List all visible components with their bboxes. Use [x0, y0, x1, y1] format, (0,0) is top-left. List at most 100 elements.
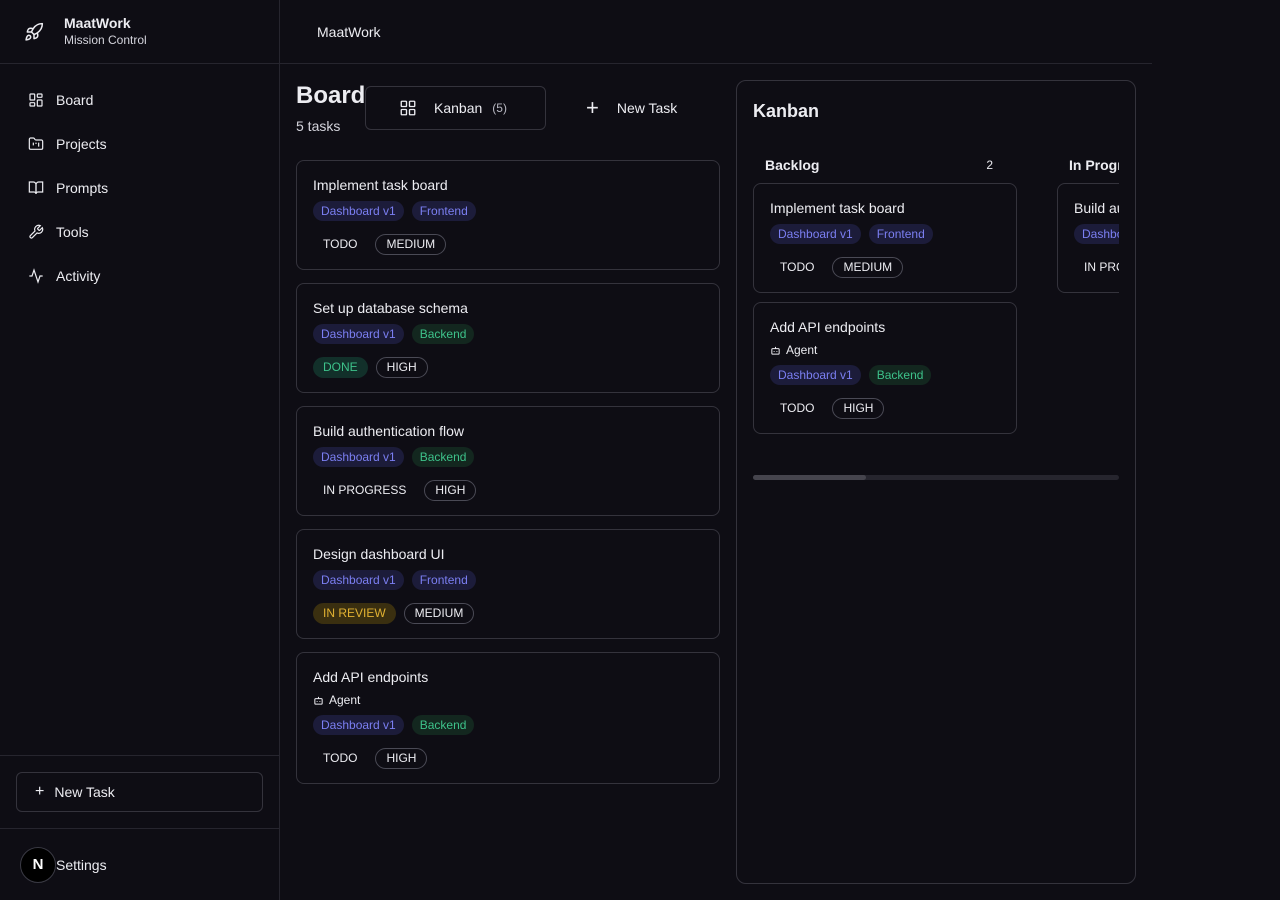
kanban-view-button[interactable]: Kanban (5)	[365, 86, 546, 130]
book-open-icon	[28, 181, 44, 195]
brand-text: MaatWork Mission Control	[64, 15, 147, 48]
task-card[interactable]: Build authentication flow Dashboard v1Bac…	[296, 406, 720, 516]
sidebar-item-board[interactable]: Board	[0, 78, 279, 122]
status-badge: TODO	[323, 237, 358, 251]
status-badge: IN PROGRESS	[323, 483, 407, 497]
sidebar-item-label: Tools	[56, 224, 89, 240]
folder-kanban-icon	[28, 137, 44, 150]
view-label: Kanban	[434, 100, 483, 116]
kanban-column-backlog: Backlog 2 Implement task board Dashboard v1…	[753, 147, 1017, 443]
priority-badge: HIGH	[832, 398, 885, 419]
tag-backend: Backend	[868, 365, 932, 385]
rocket-icon	[24, 22, 44, 42]
tag-project: Dashboard v1	[770, 365, 861, 385]
settings-link[interactable]: Settings	[56, 857, 107, 873]
bot-icon	[770, 345, 786, 356]
badge-row: IN REVIEW MEDIUM	[313, 603, 703, 624]
kanban-column-header: Backlog 2	[753, 147, 1005, 183]
sidebar-item-activity[interactable]: Activity	[0, 254, 279, 298]
tag-project: Dashboard v1	[313, 570, 404, 590]
badge-row: TODO MEDIUM	[313, 234, 703, 255]
task-card[interactable]: Build authentication flow Dashboard v1Bac…	[1057, 183, 1119, 293]
badge-row: TODO HIGH	[313, 748, 703, 769]
task-title: Build authentication flow	[313, 423, 464, 439]
agent-text: Agent	[786, 343, 818, 357]
tag-project: Dashboard v1	[313, 324, 404, 344]
task-card[interactable]: Design dashboard UI Dashboard v1 Frontend I…	[296, 529, 720, 639]
sidebar-new-task-button[interactable]: + New Task	[16, 772, 263, 812]
wrench-icon	[29, 224, 44, 239]
status-badge: TODO	[780, 260, 815, 274]
tag-project: Dashboard v1	[770, 224, 861, 244]
view-count: (5)	[492, 101, 507, 115]
task-list: Implement task board Dashboard v1 Frontend…	[296, 160, 720, 797]
badge-row: DONE HIGH	[313, 357, 703, 378]
tag-list: Dashboard v1 Frontend	[313, 201, 703, 221]
badge-row: IN PROGRESS HIGH	[313, 480, 703, 501]
tag-list: Dashboard v1Backend	[1074, 224, 1119, 244]
column-name: Backlog	[765, 157, 820, 173]
task-title: Add API endpoints	[313, 669, 429, 685]
new-task-label: New Task	[616, 100, 678, 116]
kanban-scrollbar[interactable]	[753, 475, 1119, 480]
task-card[interactable]: Implement task board Dashboard v1 Frontend…	[753, 183, 1017, 293]
agent-text: Agent	[329, 693, 361, 707]
column-count: 2	[986, 158, 993, 172]
sidebar-item-tools[interactable]: Tools	[0, 210, 279, 254]
tag-backend: Backend	[411, 715, 475, 735]
sidebar-item-prompts[interactable]: Prompts	[0, 166, 279, 210]
status-badge: TODO	[780, 401, 815, 415]
badge-row: TODO HIGH	[770, 398, 1000, 419]
nextjs-logo-icon[interactable]: N	[20, 846, 56, 883]
status-badge: IN REVIEW	[313, 603, 396, 624]
sidebar-footer: + New Task N Settings	[0, 755, 279, 900]
kanban-column-in-progress: In Progress1 Build authentication flow Das…	[1045, 147, 1119, 302]
plus-icon: +	[586, 95, 599, 120]
brand-subtitle: Mission Control	[64, 33, 147, 47]
kanban-panel: Kanban Backlog 2 Implement task board Dashb…	[736, 80, 1136, 884]
priority-badge: MEDIUM	[403, 603, 475, 624]
sidebar-item-projects[interactable]: Projects	[0, 122, 279, 166]
sidebar-new-task-section: + New Task	[0, 755, 279, 828]
tag-list: Dashboard v1 Backend	[770, 365, 1000, 385]
brand-title: MaatWork	[64, 15, 131, 31]
priority-badge: MEDIUM	[375, 234, 447, 255]
sidebar: MaatWork Mission Control Board Projects …	[0, 0, 280, 900]
priority-badge: HIGH	[424, 480, 477, 501]
task-card[interactable]: Set up database schema Dashboard v1 Backen…	[296, 283, 720, 393]
sidebar-item-label: Board	[56, 92, 94, 108]
priority-badge: MEDIUM	[832, 257, 904, 278]
column-name: In Progress	[1069, 157, 1119, 173]
tag-frontend: Frontend	[411, 570, 476, 590]
sidebar-item-label: Activity	[56, 268, 101, 284]
header-title: MaatWork	[317, 23, 381, 40]
scrollbar-thumb[interactable]	[753, 475, 867, 480]
sidebar-nav: Board Projects Prompts Tools Activity	[0, 64, 279, 298]
tag-project: Dashboard v1	[313, 447, 404, 467]
task-card[interactable]: Add API endpoints Agent Dashboard v1 Backen…	[296, 652, 720, 784]
tag-backend: Backend	[411, 324, 475, 344]
sidebar-item-label: Prompts	[56, 180, 109, 196]
task-title: Design dashboard UI	[313, 546, 445, 562]
task-card[interactable]: Implement task board Dashboard v1 Frontend…	[296, 160, 720, 270]
tag-list: Dashboard v1Backend	[313, 447, 703, 467]
kanban-title: Kanban	[753, 101, 820, 121]
kanban-columns[interactable]: Backlog 2 Implement task board Dashboard v1…	[753, 147, 1119, 487]
tag-project: Dashboard v1	[1074, 224, 1119, 244]
brand[interactable]: MaatWork Mission Control	[0, 0, 279, 64]
plus-icon: +	[35, 783, 45, 800]
task-card[interactable]: Add API endpoints Agent Dashboard v1 Backen…	[753, 302, 1017, 434]
agent-label: Agent	[770, 343, 1000, 357]
new-task-button[interactable]: + New Task	[586, 86, 677, 130]
settings-row[interactable]: N Settings	[0, 828, 279, 900]
status-badge: DONE	[313, 357, 368, 378]
status-badge: TODO	[323, 751, 358, 765]
layout-grid-icon	[29, 93, 43, 107]
activity-icon	[29, 268, 43, 284]
tag-frontend: Frontend	[868, 224, 933, 244]
task-title: Build authentication flow	[1074, 200, 1119, 216]
tag-list: Dashboard v1 Frontend	[313, 570, 703, 590]
sidebar-item-label: Projects	[56, 136, 107, 152]
new-task-label: New Task	[54, 784, 115, 800]
tag-list: Dashboard v1Backend	[313, 715, 703, 735]
